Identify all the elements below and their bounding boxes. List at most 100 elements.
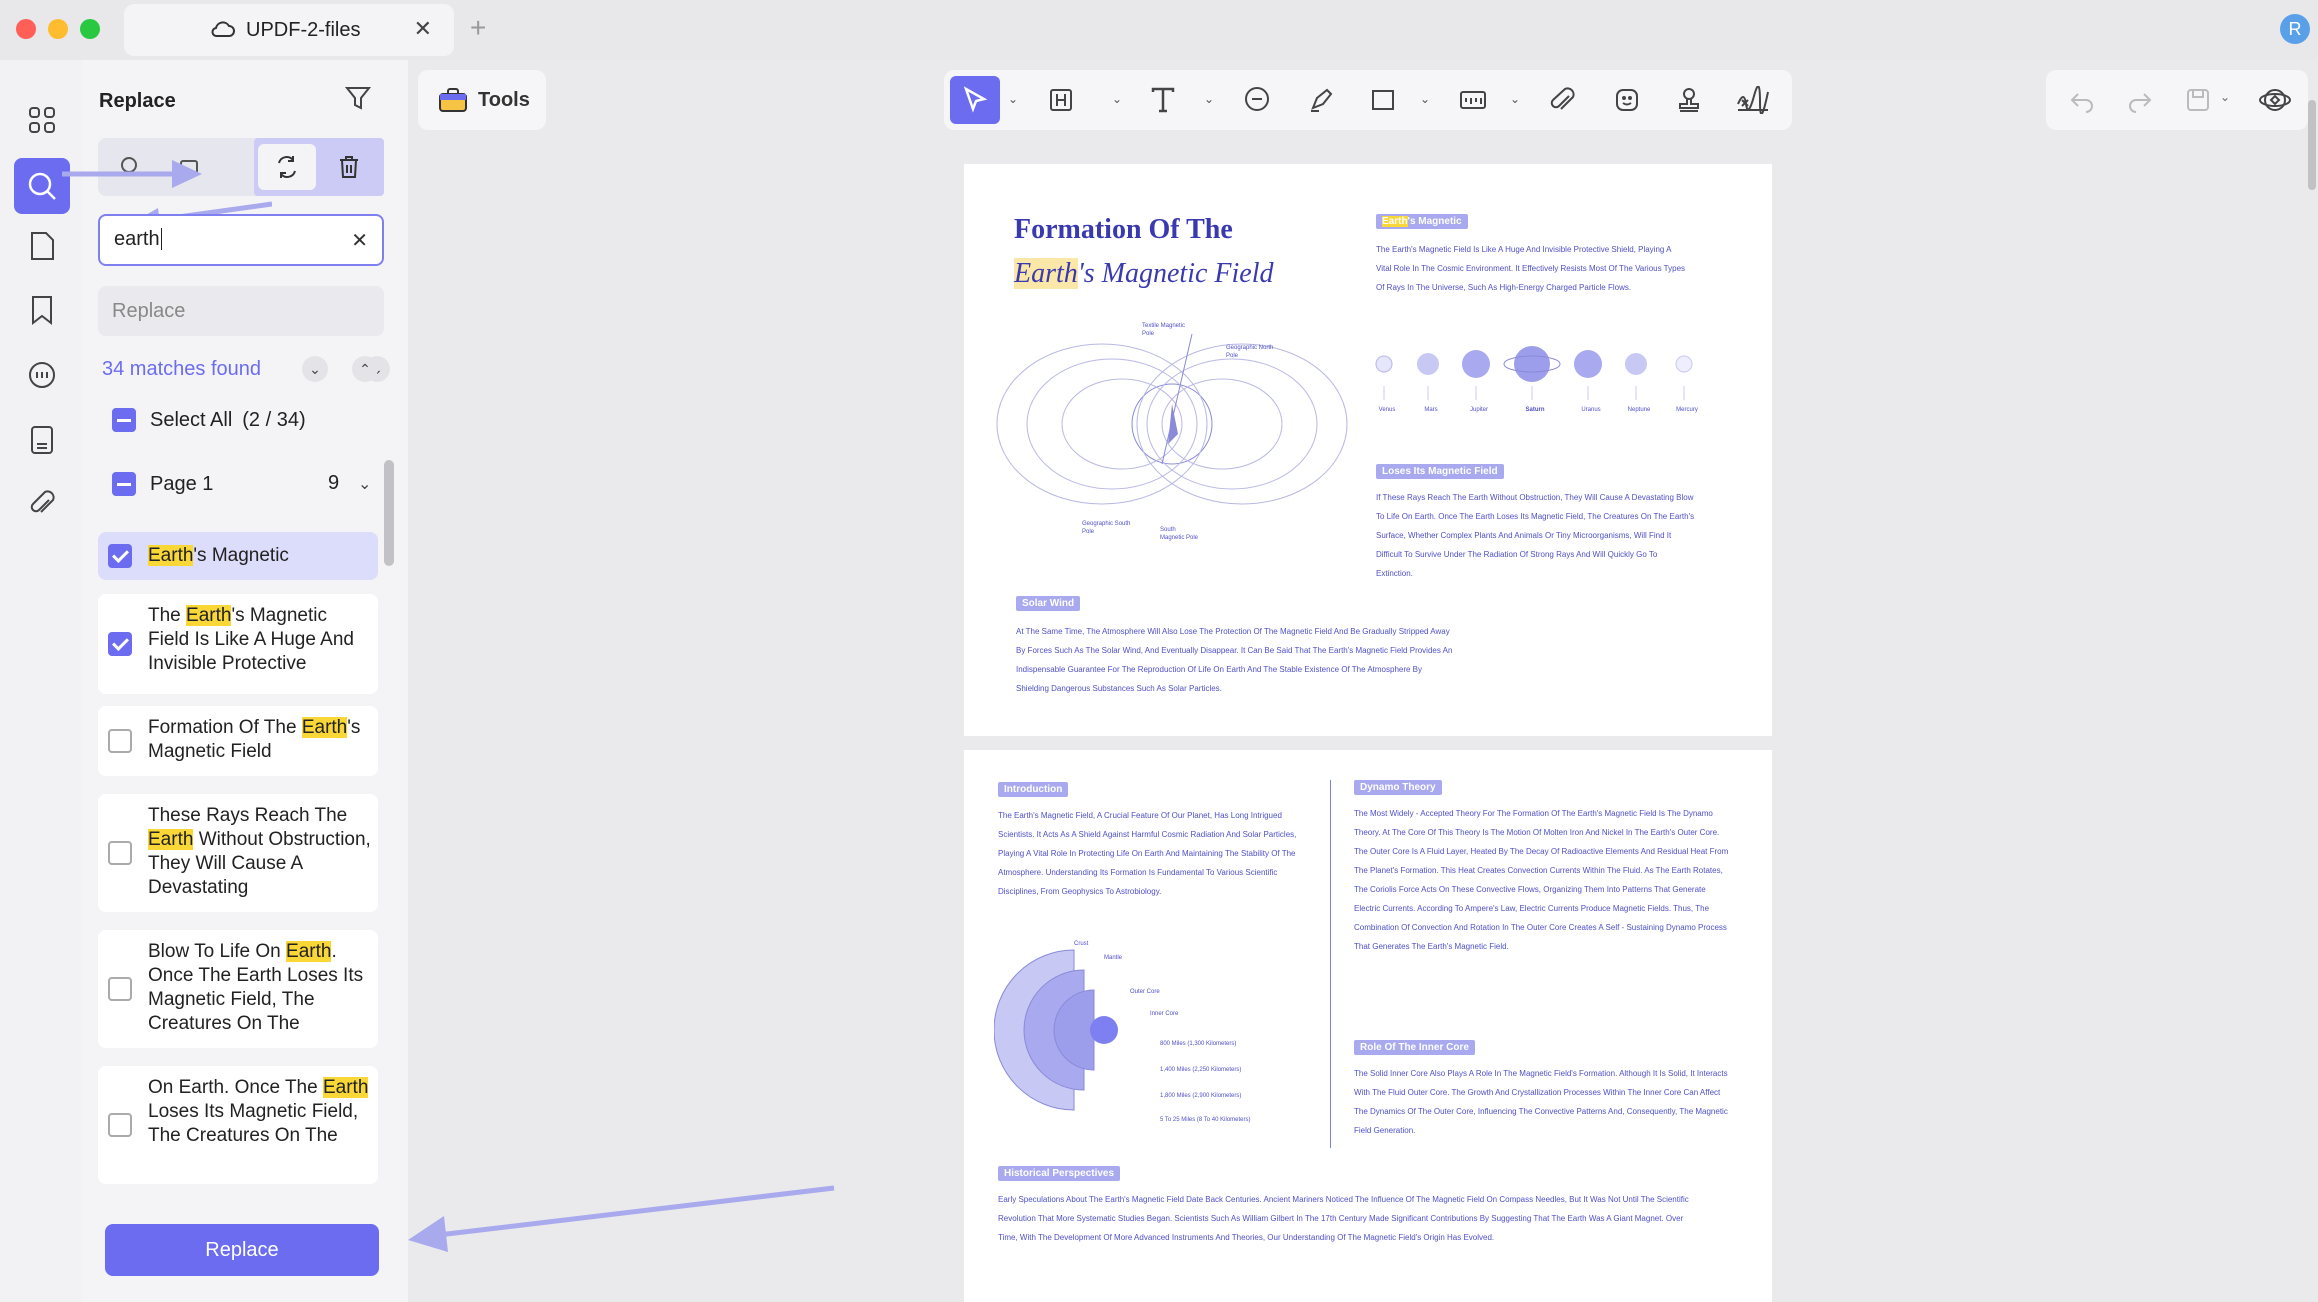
result-item[interactable]: Earth's Magnetic xyxy=(98,532,378,580)
text-tool-icon[interactable] xyxy=(1138,76,1188,124)
result-text-before: The xyxy=(148,605,187,626)
result-checkbox[interactable] xyxy=(108,977,132,1001)
rectangle-chevron-icon[interactable]: ⌄ xyxy=(1420,92,1430,106)
tutorial-arrow-bottom xyxy=(408,1185,835,1252)
signature-icon[interactable] xyxy=(1728,76,1778,124)
result-checkbox[interactable] xyxy=(108,1113,132,1137)
tools-button[interactable]: Tools xyxy=(418,70,546,130)
replace-input[interactable]: Replace xyxy=(98,286,384,336)
result-item[interactable]: Blow To Life On Earth. Once The Earth Lo… xyxy=(98,930,378,1048)
result-text: Earth's Magnetic xyxy=(148,544,372,568)
pdf-title-line2: Earth's Magnetic Field xyxy=(1014,258,1274,290)
result-text: The Earth's Magnetic Field Is Like A Hug… xyxy=(148,604,372,676)
undo-icon[interactable] xyxy=(2068,86,2096,114)
result-text: Blow To Life On Earth. Once The Earth Lo… xyxy=(148,940,372,1036)
close-tab-icon[interactable]: ✕ xyxy=(414,16,432,42)
comment-tool-icon[interactable] xyxy=(1232,76,1282,124)
result-match-highlight: Earth xyxy=(286,941,332,962)
select-tool-chevron-icon[interactable]: ⌄ xyxy=(1008,92,1018,106)
result-item[interactable]: On Earth. Once The Earth Loses Its Magne… xyxy=(98,1066,378,1184)
redo-icon[interactable] xyxy=(2126,86,2154,114)
document-tab[interactable]: UPDF-2-files ✕ xyxy=(124,4,454,56)
text-box-chevron-icon[interactable]: ⌄ xyxy=(1112,92,1122,106)
highlighter-icon[interactable] xyxy=(1296,76,1346,124)
measure-chevron-icon[interactable]: ⌄ xyxy=(1510,92,1520,106)
stamp-list-icon[interactable] xyxy=(20,418,64,462)
toolbox-icon xyxy=(439,88,467,112)
result-match-highlight: Earth xyxy=(148,545,194,566)
save-icon[interactable] xyxy=(2184,86,2212,114)
pdf-heading-inner: Role Of The Inner Core xyxy=(1354,1040,1475,1055)
core-label-dist2: 1,400 Miles (2,250 Kilometers) xyxy=(1160,1067,1242,1073)
filter-icon[interactable] xyxy=(344,84,372,112)
pdf-title-line1: Formation Of The xyxy=(1014,214,1233,245)
magnetic-field-figure xyxy=(996,333,1348,505)
bookmark-icon[interactable] xyxy=(20,288,64,332)
select-count: (2 / 34) xyxy=(242,408,306,431)
page-collapse-icon[interactable]: ⌄ xyxy=(358,474,371,494)
fig-label-4-text: South Magnetic Pole xyxy=(1160,527,1199,541)
result-item[interactable]: The Earth's Magnetic Field Is Like A Hug… xyxy=(98,594,378,694)
planets-figure xyxy=(1375,346,1693,400)
core-label-dist4: 5 To 25 Miles (8 To 40 Kilometers) xyxy=(1160,1117,1251,1123)
results-scrollbar[interactable] xyxy=(384,460,394,566)
attachment-icon[interactable] xyxy=(20,482,64,526)
select-tool-icon[interactable] xyxy=(950,76,1000,124)
core-label-dist1: 800 Miles (1,300 Kilometers) xyxy=(1160,1041,1237,1047)
collapse-match-icon[interactable]: ⌃ xyxy=(352,356,378,382)
stamp-icon[interactable] xyxy=(1664,76,1714,124)
pdf-heading-loses: Loses Its Magnetic Field xyxy=(1376,464,1504,479)
document-scrollbar[interactable] xyxy=(2308,100,2316,190)
new-tab-button[interactable]: + xyxy=(470,12,486,44)
avatar[interactable]: R xyxy=(2280,14,2310,44)
column-divider xyxy=(1330,780,1331,1148)
result-checkbox[interactable] xyxy=(108,729,132,753)
close-window-button[interactable] xyxy=(16,19,36,39)
select-all-row[interactable]: Select All (2 / 34) xyxy=(112,408,306,432)
pdf-title-rest: 's Magnetic Field xyxy=(1077,258,1274,289)
result-text: On Earth. Once The Earth Loses Its Magne… xyxy=(148,1076,372,1148)
pdf-heading-dynamo: Dynamo Theory xyxy=(1354,780,1442,795)
replace-button[interactable]: Replace xyxy=(105,1224,379,1276)
grid-icon[interactable] xyxy=(20,98,64,142)
result-text-after: Loses Its Magnetic Field, The Creatures … xyxy=(148,1101,359,1146)
planet-label: Mercury xyxy=(1676,407,1698,413)
replace-panel: Replace earth ✕ Replace 34 matches found… xyxy=(62,60,408,1302)
text-box-icon[interactable] xyxy=(1036,76,1086,124)
previous-match-icon[interactable]: ⌄ xyxy=(302,356,328,382)
result-item[interactable]: These Rays Reach The Earth Without Obstr… xyxy=(98,794,378,912)
result-checkbox[interactable] xyxy=(108,841,132,865)
ai-assistant-icon[interactable] xyxy=(2258,84,2292,116)
rectangle-icon[interactable] xyxy=(1358,76,1408,124)
core-label-crust: Crust xyxy=(1074,941,1089,947)
core-label-dist3: 1,800 Miles (2,900 Kilometers) xyxy=(1160,1093,1242,1099)
select-all-checkbox[interactable] xyxy=(112,408,136,432)
page-group-row[interactable]: Page 1 xyxy=(112,472,213,496)
comment-icon[interactable] xyxy=(20,354,64,398)
pdf-heading-magnetic: Earth's Magnetic xyxy=(1376,214,1468,229)
measure-icon[interactable] xyxy=(1448,76,1498,124)
result-text-before: On Earth. Once The xyxy=(148,1077,323,1098)
sticker-icon[interactable] xyxy=(1602,76,1652,124)
planet-label: Venus xyxy=(1378,407,1396,413)
search-input[interactable]: earth ✕ xyxy=(98,214,384,266)
clear-search-icon[interactable]: ✕ xyxy=(351,228,368,253)
paperclip-icon[interactable] xyxy=(1538,76,1588,124)
result-checkbox[interactable] xyxy=(108,544,132,568)
page-checkbox[interactable] xyxy=(112,472,136,496)
result-match-highlight: Earth xyxy=(186,605,232,626)
page-match-count: 9 xyxy=(328,472,340,494)
text-tool-chevron-icon[interactable]: ⌄ xyxy=(1204,92,1214,106)
pdf-heading-solar: Solar Wind xyxy=(1016,596,1081,611)
tools-label: Tools xyxy=(478,88,530,111)
save-chevron-icon[interactable]: ⌄ xyxy=(2220,90,2230,104)
result-text-before: These Rays Reach The xyxy=(148,805,348,826)
result-checkbox[interactable] xyxy=(108,632,132,656)
minimize-window-button[interactable] xyxy=(48,19,68,39)
result-match-highlight: Earth xyxy=(322,1077,369,1098)
result-item[interactable]: Formation Of The Earth's Magnetic Field xyxy=(98,706,378,776)
trash-icon[interactable] xyxy=(320,144,378,190)
zoom-window-button[interactable] xyxy=(80,19,100,39)
result-text-before: Blow To Life On xyxy=(148,941,287,962)
pdf-heading-intro: Introduction xyxy=(998,782,1069,797)
